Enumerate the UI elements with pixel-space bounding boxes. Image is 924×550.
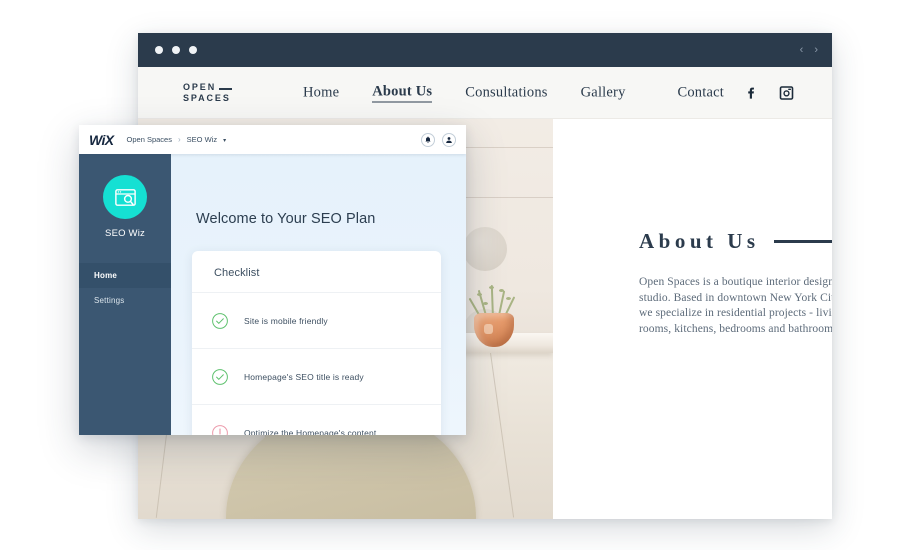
wix-top-actions <box>421 132 456 147</box>
checklist-title: Checklist <box>214 267 260 279</box>
check-circle-icon <box>211 368 229 386</box>
floor-line-right <box>490 352 515 518</box>
logo-line-1: OPEN <box>183 81 217 92</box>
screenshot-root: ‹ › OPEN SPACES Home About Us Consultati… <box>0 0 924 550</box>
seo-wiz-icon <box>103 175 147 219</box>
logo-line-2: SPACES <box>183 92 231 103</box>
plant-leaf <box>477 293 482 296</box>
check-circle-icon <box>211 312 229 330</box>
plant-leaf <box>499 289 504 292</box>
sidebar-menu: Home Settings <box>79 263 171 313</box>
checklist-row[interactable]: Site is mobile friendly <box>192 292 441 348</box>
browser-nav-arrows[interactable]: ‹ › <box>800 33 818 67</box>
breadcrumb-separator: › <box>177 135 181 144</box>
wix-dashboard-panel: WiX Open Spaces › SEO Wiz ▾ SEO Wiz Home… <box>79 125 466 435</box>
sidebar-item-label: Settings <box>94 296 125 305</box>
site-nav-right: Contact <box>677 84 794 101</box>
site-nav-links: Home About Us Consultations Gallery <box>303 83 626 102</box>
account-avatar-icon[interactable] <box>442 132 456 147</box>
wix-top-bar: WiX Open Spaces › SEO Wiz ▾ <box>79 125 466 154</box>
about-body-text: Open Spaces is a boutique interior desig… <box>639 276 832 335</box>
checklist-card: Checklist Site is mobile friendly Homepa… <box>192 251 441 435</box>
window-controls[interactable] <box>155 46 197 54</box>
chevron-down-icon[interactable]: ▾ <box>223 137 226 144</box>
sidebar-item-settings[interactable]: Settings <box>79 288 171 313</box>
window-dot-minimize[interactable] <box>172 46 180 54</box>
nav-item-gallery[interactable]: Gallery <box>581 84 626 101</box>
about-section: About Us Open Spaces is a boutique inter… <box>553 119 832 519</box>
site-logo[interactable]: OPEN SPACES <box>183 81 233 104</box>
nav-forward-icon[interactable]: › <box>814 44 818 56</box>
wix-logo[interactable]: WiX <box>89 132 114 148</box>
site-navigation-bar: OPEN SPACES Home About Us Consultations … <box>138 67 832 119</box>
nav-item-contact[interactable]: Contact <box>677 84 724 101</box>
plant-leaf <box>483 302 488 305</box>
breadcrumb: Open Spaces › SEO Wiz ▾ <box>127 135 227 144</box>
plant-leaf <box>506 297 511 300</box>
facebook-icon[interactable] <box>744 85 759 100</box>
potted-plant <box>468 284 520 347</box>
wall-decor-circle-upper <box>463 227 507 271</box>
logo-rule <box>219 88 233 90</box>
nav-item-consultations[interactable]: Consultations <box>465 84 547 101</box>
wix-content-area: Welcome to Your SEO Plan Checklist Site … <box>171 154 466 435</box>
alert-circle-icon <box>211 424 229 435</box>
nav-item-home[interactable]: Home <box>303 84 339 101</box>
pot-highlight <box>484 324 493 334</box>
plant-leaf <box>489 286 494 289</box>
window-dot-maximize[interactable] <box>189 46 197 54</box>
wix-sidebar: SEO Wiz Home Settings <box>79 154 171 435</box>
checklist-item-label: Homepage's SEO title is ready <box>244 371 364 382</box>
nav-back-icon[interactable]: ‹ <box>800 44 804 56</box>
browser-chrome-bar: ‹ › <box>138 33 832 67</box>
checklist-item-label: Site is mobile friendly <box>244 315 328 326</box>
sidebar-app-name: SEO Wiz <box>105 228 145 239</box>
sidebar-item-label: Home <box>94 271 118 280</box>
nav-item-about-us[interactable]: About Us <box>372 83 433 102</box>
window-dot-close[interactable] <box>155 46 163 54</box>
about-title: About Us <box>639 229 760 253</box>
notifications-bell-icon[interactable] <box>421 132 435 147</box>
welcome-heading: Welcome to Your SEO Plan <box>196 211 376 227</box>
wix-main-area: SEO Wiz Home Settings Welcome to Your SE… <box>79 154 466 435</box>
sidebar-item-home[interactable]: Home <box>79 263 171 288</box>
breadcrumb-site[interactable]: Open Spaces <box>127 135 172 144</box>
checklist-item-label: Optimize the Homepage's content <box>244 427 377 436</box>
about-title-rule <box>773 240 832 243</box>
breadcrumb-app[interactable]: SEO Wiz <box>187 135 217 144</box>
checklist-row[interactable]: Optimize the Homepage's content <box>192 404 441 435</box>
checklist-row[interactable]: Homepage's SEO title is ready <box>192 348 441 404</box>
instagram-icon[interactable] <box>779 85 794 100</box>
